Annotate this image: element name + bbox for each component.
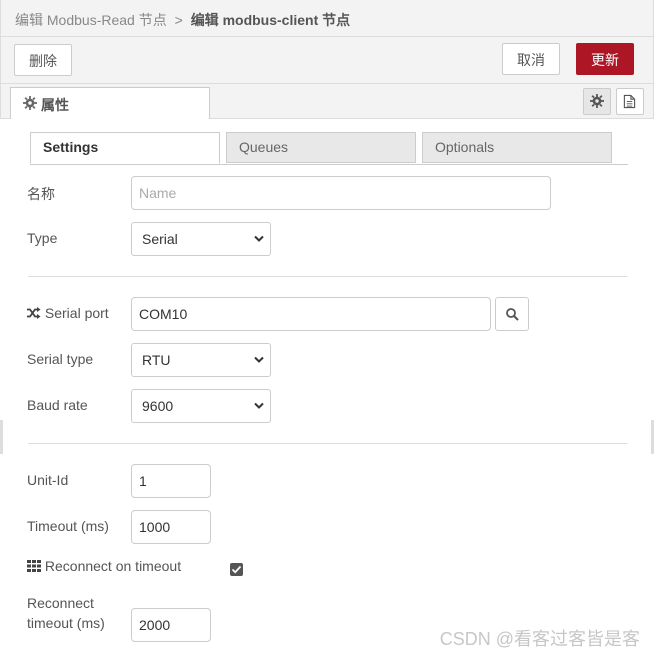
reconnect-timeout-label-line2: timeout (ms)	[27, 615, 105, 631]
timeout-input[interactable]: 1000	[131, 510, 211, 544]
checkmark-icon	[231, 565, 242, 574]
section-divider	[28, 443, 627, 444]
type-select[interactable]: Serial	[131, 222, 271, 256]
search-icon	[506, 308, 519, 321]
type-label: Type	[27, 230, 58, 246]
config-subtabs: Settings Queues Optionals	[30, 132, 628, 165]
reconnect-timeout-label-line1: Reconnect	[27, 595, 94, 611]
node-tab-bar: 属性	[0, 84, 654, 119]
serial-type-label: Serial type	[27, 351, 94, 367]
breadcrumb: 编辑 Modbus-Read 节点 > 编辑 modbus-client 节点	[15, 10, 350, 30]
baud-rate-select[interactable]: 9600	[131, 389, 271, 423]
breadcrumb-parent[interactable]: 编辑 Modbus-Read 节点	[15, 12, 167, 28]
serial-port-search-button[interactable]	[495, 297, 529, 331]
grid-icon	[27, 560, 41, 572]
description-tab-button[interactable]	[616, 88, 644, 115]
reconnect-on-timeout-label-text: Reconnect on timeout	[44, 558, 182, 574]
reconnect-on-timeout-label: Reconnect on timeout	[27, 558, 181, 574]
chevron-down-icon	[254, 235, 264, 242]
tab-properties[interactable]: 属性	[10, 87, 210, 119]
tab-queues[interactable]: Queues	[226, 132, 416, 163]
settings-tab-button[interactable]	[583, 88, 611, 115]
tab-settings[interactable]: Settings	[30, 132, 220, 164]
chevron-down-icon	[254, 356, 264, 363]
serial-port-label: Serial port	[27, 305, 109, 321]
serial-port-input[interactable]: COM10	[131, 297, 491, 331]
unit-id-label: Unit-Id	[27, 472, 69, 488]
name-label: 名称	[27, 186, 55, 202]
left-resize-handle[interactable]	[0, 420, 3, 454]
breadcrumb-separator: >	[174, 12, 183, 28]
tab-properties-label: 属性	[41, 97, 69, 113]
dialog-header: 编辑 Modbus-Read 节点 > 编辑 modbus-client 节点	[0, 0, 654, 37]
gear-icon	[590, 94, 604, 108]
cancel-button[interactable]: 取消	[502, 43, 560, 75]
serial-port-label-text: Serial port	[44, 305, 109, 321]
watermark: CSDN @看客过客皆是客	[439, 629, 640, 649]
breadcrumb-current: 编辑 modbus-client 节点	[190, 12, 351, 28]
dialog-toolbar: 删除 取消 更新	[0, 37, 654, 84]
shuffle-icon	[27, 307, 41, 319]
chevron-down-icon	[254, 402, 264, 409]
unit-id-input[interactable]: 1	[131, 464, 211, 498]
serial-type-value: RTU	[142, 352, 171, 368]
type-select-value: Serial	[142, 231, 178, 247]
baud-rate-label: Baud rate	[27, 397, 88, 413]
serial-type-select[interactable]: RTU	[131, 343, 271, 377]
section-divider	[28, 276, 627, 277]
reconnect-timeout-input[interactable]: 2000	[131, 608, 211, 642]
update-button[interactable]: 更新	[576, 43, 634, 75]
delete-button[interactable]: 删除	[14, 44, 72, 76]
gear-icon	[23, 96, 37, 110]
tab-optionals[interactable]: Optionals	[422, 132, 612, 163]
timeout-label: Timeout (ms)	[27, 518, 109, 534]
document-icon	[623, 94, 636, 109]
name-input[interactable]: Name	[131, 176, 551, 210]
baud-rate-value: 9600	[142, 398, 174, 414]
reconnect-on-timeout-checkbox[interactable]	[230, 563, 243, 576]
